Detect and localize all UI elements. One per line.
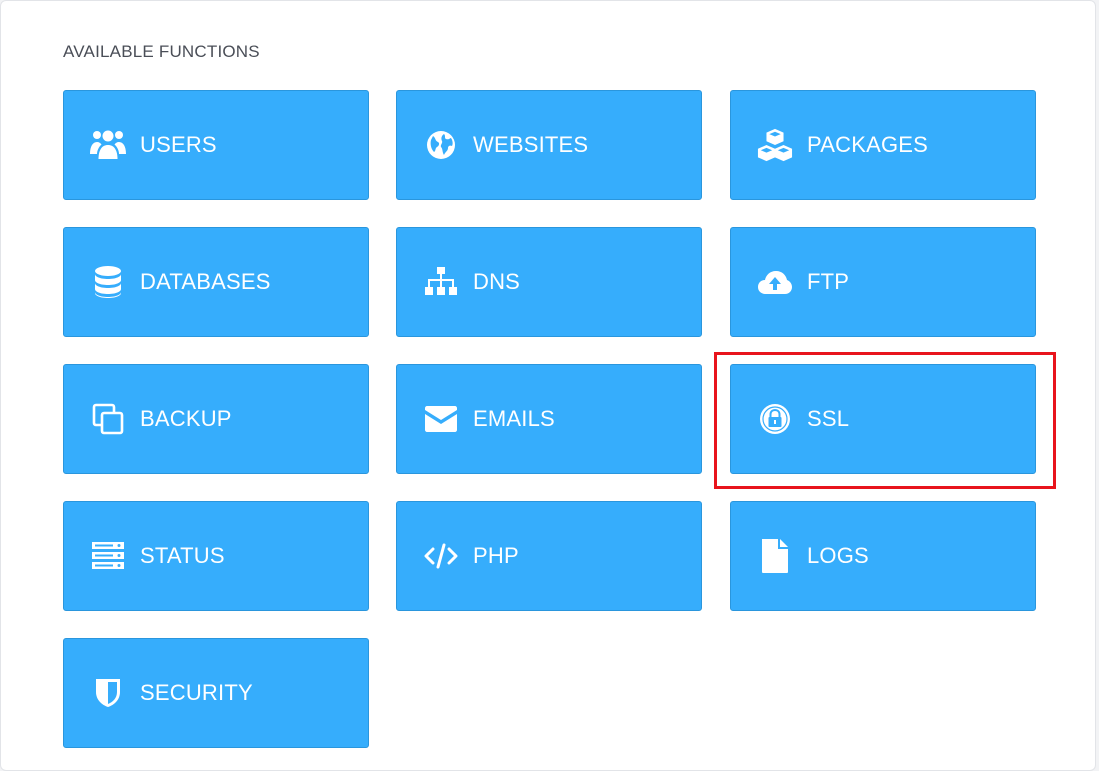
- emails-label: EMAILS: [473, 406, 555, 431]
- section-title: AVAILABLE FUNCTIONS: [63, 42, 260, 61]
- cubes-icon: [757, 127, 793, 163]
- security-label: SECURITY: [140, 680, 253, 705]
- file-icon: [757, 538, 793, 574]
- dns-tile[interactable]: DNS: [396, 227, 702, 337]
- packages-label: PACKAGES: [807, 132, 929, 157]
- users-tile[interactable]: USERS: [63, 90, 369, 200]
- backup-tile[interactable]: BACKUP: [63, 364, 369, 474]
- php-label: PHP: [473, 543, 519, 568]
- shield-icon: [90, 675, 126, 711]
- users-icon: [90, 127, 126, 163]
- status-tile[interactable]: STATUS: [63, 501, 369, 611]
- ftp-label: FTP: [807, 269, 850, 294]
- code-icon: [423, 538, 459, 574]
- lock-icon: [757, 401, 793, 437]
- dns-label: DNS: [473, 269, 521, 294]
- globe-icon: [423, 127, 459, 163]
- ssl-tile[interactable]: SSL: [730, 364, 1036, 474]
- websites-label: WEBSITES: [473, 132, 589, 157]
- users-label: USERS: [140, 132, 217, 157]
- databases-label: DATABASES: [140, 269, 271, 294]
- logs-label: LOGS: [807, 543, 869, 568]
- php-tile[interactable]: PHP: [396, 501, 702, 611]
- server-icon: [90, 538, 126, 574]
- websites-tile[interactable]: WEBSITES: [396, 90, 702, 200]
- copy-icon: [90, 401, 126, 437]
- ftp-tile[interactable]: FTP: [730, 227, 1036, 337]
- functions-panel: AVAILABLE FUNCTIONS USERS WEBSITES PACKA…: [0, 0, 1096, 771]
- databases-tile[interactable]: DATABASES: [63, 227, 369, 337]
- backup-label: BACKUP: [140, 406, 232, 431]
- cloud-upload-icon: [757, 264, 793, 300]
- envelope-icon: [423, 401, 459, 437]
- ssl-label: SSL: [807, 406, 850, 431]
- status-label: STATUS: [140, 543, 225, 568]
- emails-tile[interactable]: EMAILS: [396, 364, 702, 474]
- sitemap-icon: [423, 264, 459, 300]
- logs-tile[interactable]: LOGS: [730, 501, 1036, 611]
- security-tile[interactable]: SECURITY: [63, 638, 369, 748]
- packages-tile[interactable]: PACKAGES: [730, 90, 1036, 200]
- database-icon: [90, 264, 126, 300]
